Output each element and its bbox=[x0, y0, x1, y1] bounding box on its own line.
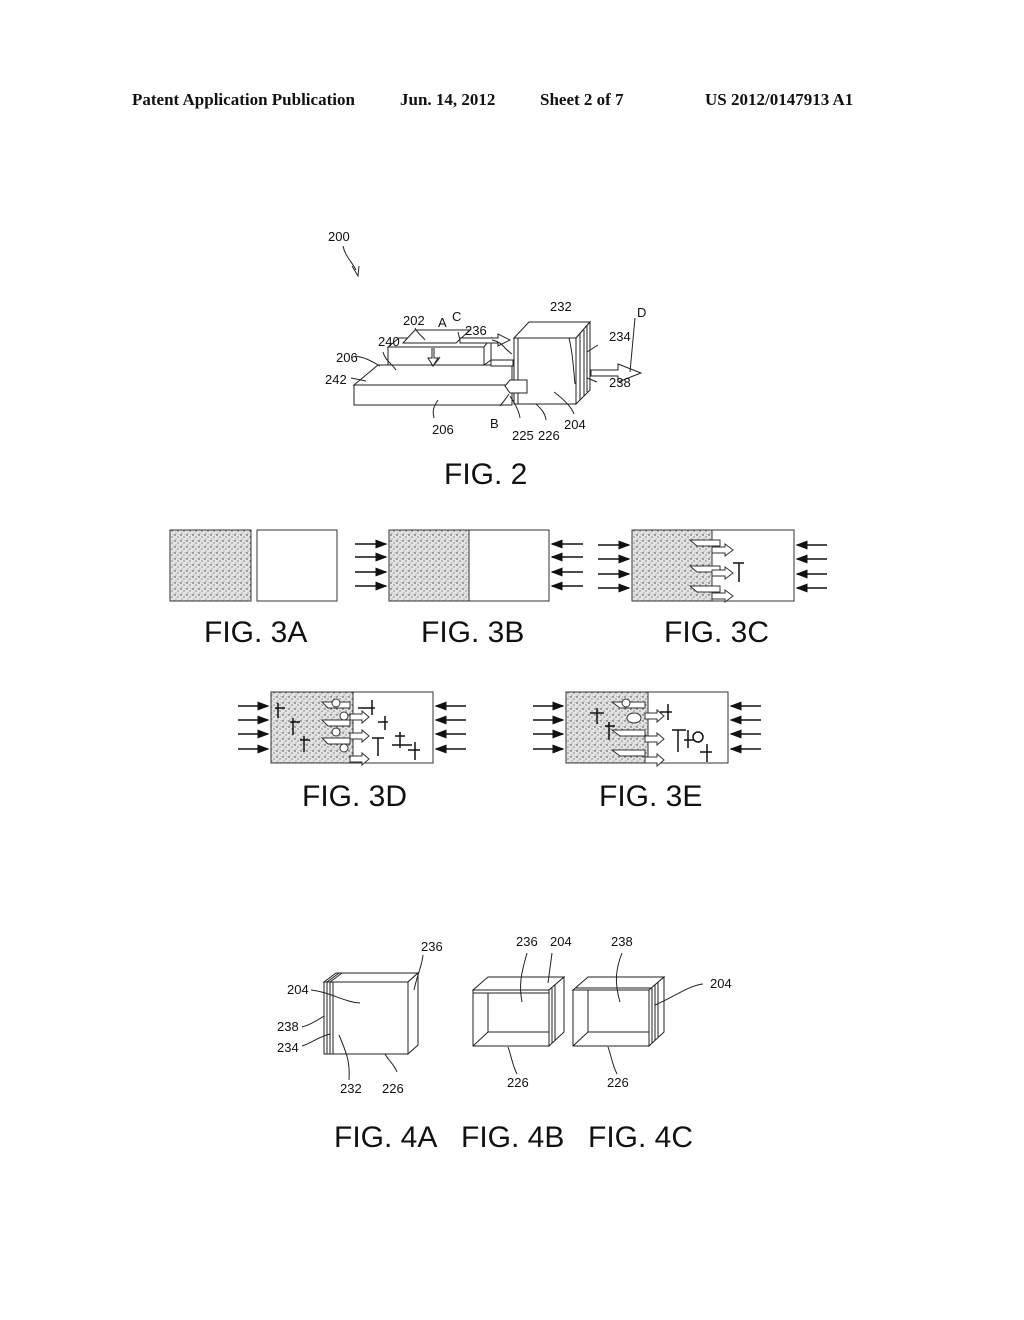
ref-240: 240 bbox=[378, 334, 400, 349]
ref-226: 226 bbox=[607, 1075, 629, 1090]
base-206 bbox=[353, 384, 513, 406]
fig-3e-caption: FIG. 3E bbox=[599, 780, 702, 813]
ref-204: 204 bbox=[287, 982, 309, 997]
ref-200: 200 bbox=[328, 229, 350, 244]
ref-234: 234 bbox=[609, 329, 631, 344]
cube-204 bbox=[513, 337, 577, 405]
fig-3d bbox=[238, 691, 466, 767]
fig-3c bbox=[598, 529, 827, 603]
ref-206-bottom: 206 bbox=[432, 422, 454, 437]
ref-204: 204 bbox=[564, 417, 586, 432]
ref-226: 226 bbox=[507, 1075, 529, 1090]
fig-4c bbox=[571, 952, 704, 1075]
ref-200-leader bbox=[342, 245, 357, 271]
ref-236: 236 bbox=[465, 323, 487, 338]
fig-4b bbox=[471, 952, 566, 1075]
ref-C: C bbox=[452, 309, 461, 324]
fig-4a-caption: FIG. 4A bbox=[334, 1121, 437, 1154]
fig-2-caption: FIG. 2 bbox=[444, 458, 527, 491]
fig-3e bbox=[533, 691, 761, 768]
patent-drawings: 200 202 240 206 242 A C 236 232 234 D 23… bbox=[169, 229, 827, 1154]
ref-236: 236 bbox=[421, 939, 443, 954]
ref-236: 236 bbox=[516, 934, 538, 949]
fig-4b-caption: FIG. 4B bbox=[461, 1121, 564, 1154]
blank-block bbox=[256, 529, 338, 602]
ref-225: 225 bbox=[512, 428, 534, 443]
ref-202: 202 bbox=[403, 313, 425, 328]
ref-204: 204 bbox=[550, 934, 572, 949]
ref-A: A bbox=[438, 315, 447, 330]
fig-3d-caption: FIG. 3D bbox=[302, 780, 407, 813]
fig-3c-caption: FIG. 3C bbox=[664, 616, 769, 649]
ref-242: 242 bbox=[325, 372, 347, 387]
ref-238: 238 bbox=[277, 1019, 299, 1034]
fig-2 bbox=[342, 245, 643, 421]
ref-238: 238 bbox=[611, 934, 633, 949]
fig-4a bbox=[301, 954, 424, 1081]
ref-B: B bbox=[490, 416, 499, 431]
pressure-arrows-left bbox=[355, 539, 388, 591]
ref-226: 226 bbox=[538, 428, 560, 443]
ref-206-top: 206 bbox=[336, 350, 358, 365]
pressure-arrows-right bbox=[550, 539, 583, 591]
ref-232: 232 bbox=[550, 299, 572, 314]
fig-3a-caption: FIG. 3A bbox=[204, 616, 307, 649]
ref-238: 238 bbox=[609, 375, 631, 390]
ref-234: 234 bbox=[277, 1040, 299, 1055]
ref-232: 232 bbox=[340, 1081, 362, 1096]
fig-3b-caption: FIG. 3B bbox=[421, 616, 524, 649]
base-top bbox=[352, 364, 513, 386]
stippled-block bbox=[169, 529, 252, 602]
fig-4c-caption: FIG. 4C bbox=[588, 1121, 693, 1154]
ref-204: 204 bbox=[710, 976, 732, 991]
fig-3b bbox=[355, 529, 583, 602]
fig-3a bbox=[169, 529, 338, 602]
ref-D: D bbox=[637, 305, 646, 320]
ref-226: 226 bbox=[382, 1081, 404, 1096]
